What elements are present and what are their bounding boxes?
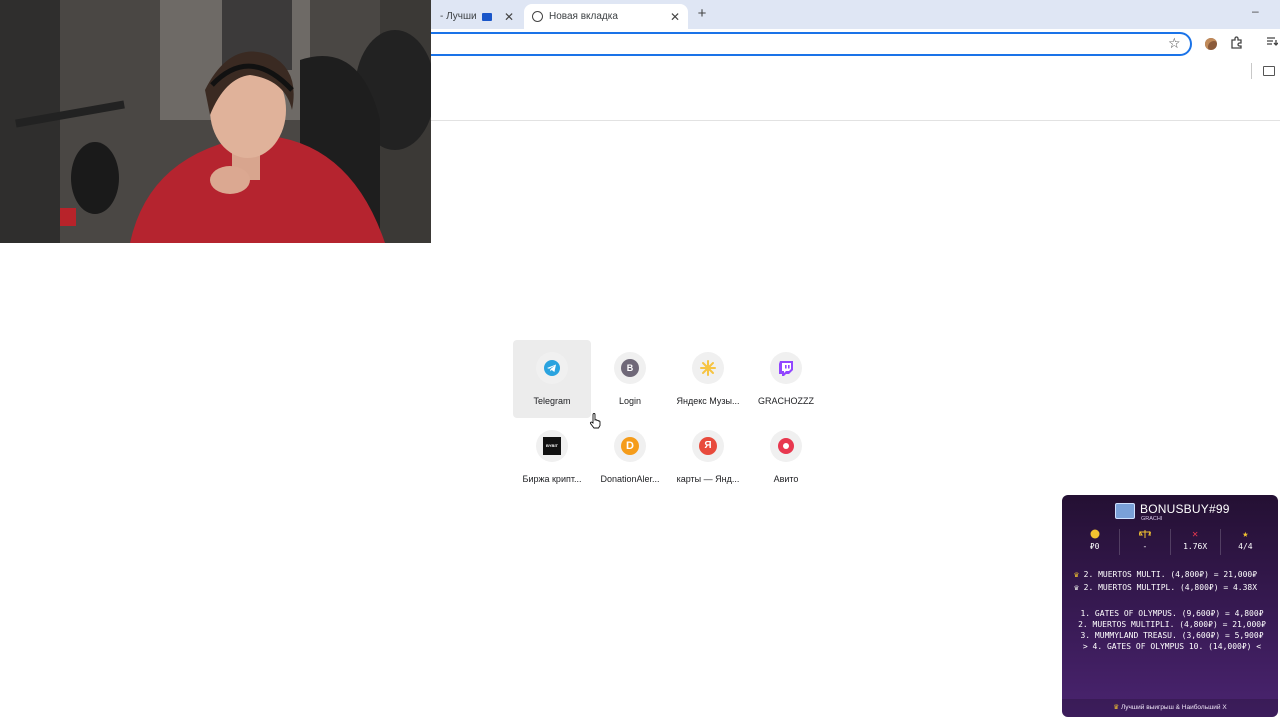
address-bar[interactable] (420, 32, 1192, 56)
close-tab-icon[interactable]: ✕ (504, 10, 514, 24)
coin-icon (1070, 529, 1119, 541)
stat-value: - (1142, 542, 1148, 551)
header-divider (431, 120, 1280, 121)
bonusbuy-subtitle: GRACHI (1141, 516, 1163, 522)
bonusbuy-header: BONUSBUY#99 GRACHI (1062, 501, 1278, 523)
shortcut-label: Login (618, 396, 642, 406)
close-tab-icon[interactable]: ✕ (670, 10, 680, 24)
reading-list-icon[interactable] (1266, 35, 1279, 50)
shortcut-twitch[interactable]: GRACHOZZZ (747, 340, 825, 418)
bonusbuy-stats: ₽0 - ✕ 1.76X ★ 4/4 (1070, 529, 1270, 555)
new-tab-button[interactable]: + (694, 6, 710, 22)
telegram-icon (536, 352, 568, 384)
bonusbuy-title: BONUSBUY#99 (1140, 502, 1230, 516)
crown-icon: ♛ (1113, 704, 1120, 711)
shortcut-label: DonationAler... (600, 474, 660, 484)
x-icon: ✕ (1192, 529, 1199, 540)
donation-letter: D (621, 437, 639, 455)
shortcut-yandex-music[interactable]: Яндекс Музы... (669, 340, 747, 418)
shortcut-crypto-exchange[interactable]: BYBIT Биржа крипт... (513, 418, 591, 496)
shortcut-label: GRACHOZZZ (758, 396, 814, 406)
shortcut-telegram[interactable]: Telegram (513, 340, 591, 418)
tab-best-online[interactable]: - Лучшие он ✕ (432, 4, 522, 29)
stat-progress: ★ 4/4 (1219, 529, 1270, 555)
login-letter: B (621, 359, 639, 377)
folder-icon[interactable] (1263, 66, 1275, 76)
bonusbuy-widget: BONUSBUY#99 GRACHI ₽0 - ✕ 1.76X ★ 4/4 ♛ … (1062, 495, 1278, 717)
yandex-music-icon (692, 352, 724, 384)
shortcut-avito[interactable]: Авито (747, 418, 825, 496)
webcam-overlay (0, 0, 431, 243)
list-item: 1. GATES OF OLYMPUS. (9,600₽) = 4,800₽ (1080, 609, 1264, 618)
bookmark-star-icon[interactable]: ☆ (1168, 35, 1181, 52)
shortcut-label: карты — Янд... (676, 474, 740, 484)
shortcut-yandex-maps[interactable]: Я карты — Янд... (669, 418, 747, 496)
avito-icon (770, 430, 802, 462)
globe-icon (532, 11, 543, 22)
video-playing-icon (481, 12, 492, 21)
yandex-maps-icon: Я (692, 430, 724, 462)
scales-icon (1120, 529, 1169, 541)
stat-balance-diff: - (1119, 529, 1169, 555)
best-x-row: ♛ 2. MUERTOS MULTIPL. (4,800₽) = 4.38X (1074, 581, 1274, 594)
bonusbuy-list: 1. GATES OF OLYMPUS. (9,600₽) = 4,800₽ 2… (1072, 608, 1272, 652)
shortcut-login[interactable]: B Login (591, 340, 669, 418)
stat-value: 1.76X (1183, 542, 1208, 551)
tab-new-tab[interactable]: Новая вкладка ✕ (524, 4, 688, 29)
bonusbuy-best-results: ♛ 2. MUERTOS MULTI. (4,800₽) = 21,000₽ ♛… (1074, 568, 1274, 594)
exchange-icon: BYBIT (536, 430, 568, 462)
tab-title: - Лучшие он (440, 11, 476, 22)
stat-value: 4/4 (1238, 542, 1253, 551)
extensions-puzzle-icon[interactable] (1230, 36, 1243, 52)
footer-text: Лучший выигрыш & Наибольший X (1120, 704, 1227, 711)
shortcut-label: Авито (773, 474, 799, 484)
minimize-button[interactable]: – (1252, 4, 1259, 18)
cookie-extension-icon[interactable] (1205, 38, 1217, 50)
best-x-text: 2. MUERTOS MULTIPL. (4,800₽) = 4.38X (1083, 583, 1258, 592)
shortcut-label: Telegram (533, 396, 571, 406)
shortcut-label: Яндекс Музы... (676, 396, 740, 406)
bonus-box-icon (1115, 503, 1135, 519)
crown-icon: ♛ (1074, 570, 1079, 579)
list-item: 3. MUMMYLAND TREASU. (3,600₽) = 5,900₽ (1080, 631, 1264, 640)
exchange-logo-text: BYBIT (543, 437, 561, 455)
stat-multiplier: ✕ 1.76X (1169, 529, 1220, 555)
shortcut-donationalerts[interactable]: D DonationAler... (591, 418, 669, 496)
webcam-feed-image (0, 0, 431, 243)
shortcut-label: Биржа крипт... (522, 474, 582, 484)
star-icon: ★ (1242, 529, 1249, 540)
yandex-letter: Я (699, 437, 717, 455)
bookmarks-separator (1251, 63, 1252, 79)
twitch-icon (770, 352, 802, 384)
login-b-icon: B (614, 352, 646, 384)
crown-icon: ♛ (1074, 583, 1079, 592)
tab-title: Новая вкладка (549, 11, 618, 22)
list-item: > 4. GATES OF OLYMPUS 10. (14,000₽) < (1082, 642, 1262, 651)
hand-cursor-icon (589, 413, 601, 434)
bonusbuy-footer: ♛ Лучший выигрыш & Наибольший X (1062, 699, 1278, 717)
list-item: 2. MUERTOS MULTIPLI. (4,800₽) = 21,000₽ (1078, 620, 1266, 629)
best-win-text: 2. MUERTOS MULTI. (4,800₽) = 21,000₽ (1083, 570, 1258, 579)
donationalerts-icon: D (614, 430, 646, 462)
stat-value: ₽0 (1089, 542, 1100, 551)
stat-balance: ₽0 (1070, 529, 1119, 555)
best-win-row: ♛ 2. MUERTOS MULTI. (4,800₽) = 21,000₽ (1074, 568, 1274, 581)
